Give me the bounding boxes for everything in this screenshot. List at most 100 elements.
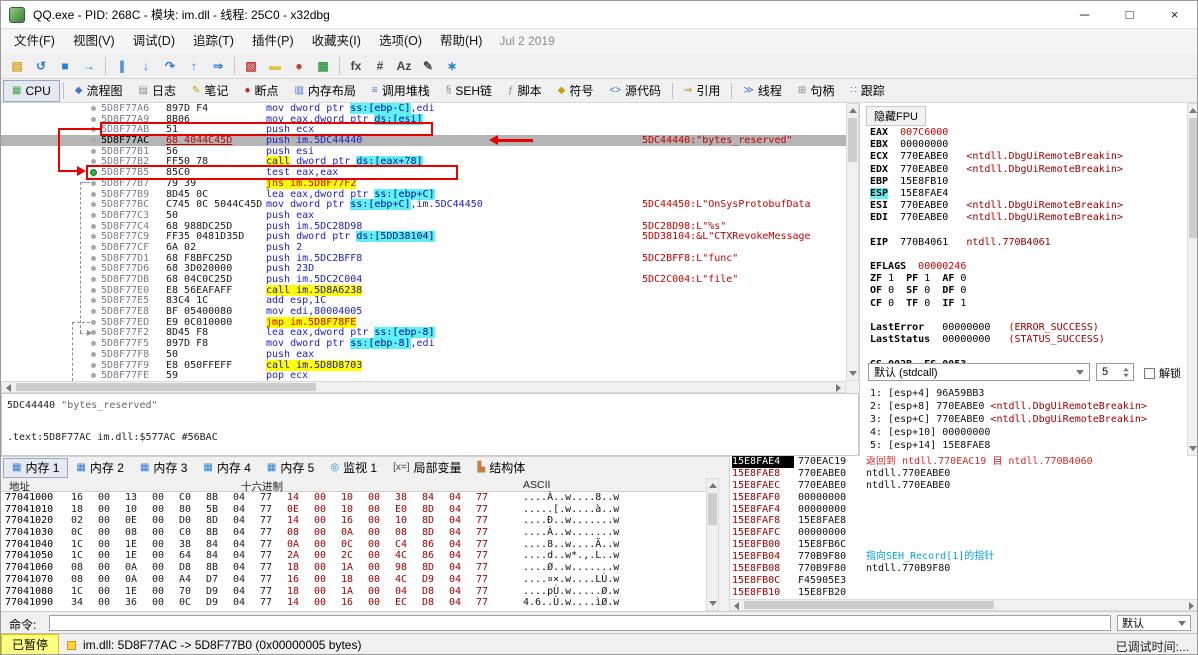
- menu-item[interactable]: 文件(F): [5, 29, 64, 53]
- breakpoint-slot-icon[interactable]: [91, 277, 96, 282]
- tab-notes[interactable]: ✎ 笔记: [184, 80, 236, 102]
- tab-memory-3[interactable]: ▦ 内存 3: [132, 458, 195, 478]
- breakpoint-slot-icon[interactable]: [91, 319, 96, 325]
- maximize-button[interactable]: □: [1107, 1, 1152, 29]
- breakpoint-dot-cell[interactable]: [89, 199, 101, 210]
- breakpoint-slot-icon[interactable]: [91, 106, 96, 111]
- disassembly-vscrollbar[interactable]: [846, 103, 859, 381]
- disassembly-pane[interactable]: 5D8F77A6 897D F4 mov dword ptr ss:[ebp-C],…: [1, 103, 846, 381]
- menu-item[interactable]: 选项(O): [370, 29, 431, 53]
- disasm-row[interactable]: 5D8F77C3 50 push eax: [1, 210, 846, 221]
- hide-fpu-button[interactable]: 隐藏FPU: [866, 106, 926, 126]
- breakpoint-dot-cell[interactable]: [89, 231, 101, 242]
- breakpoint-slot-icon[interactable]: [91, 212, 96, 218]
- tab-memory-2[interactable]: ▦ 内存 2: [68, 458, 131, 478]
- step-over-button[interactable]: ↷: [159, 55, 181, 77]
- memory-dump-pane[interactable]: 地址 十六进制 ASCII 77041000 16 00 13 00 C0 8B 04 77 14…: [1, 478, 706, 611]
- breakpoint-slot-icon[interactable]: [91, 202, 96, 208]
- disasm-row[interactable]: 5D8F77E5 83C4 1C add esp,1C: [1, 295, 846, 306]
- tab-seh-chain[interactable]: § SEH链: [438, 80, 500, 102]
- register-line[interactable]: EDI 770EABE0 <ntdll.DbgUiRemoteBreakin>: [870, 212, 1185, 224]
- stack-row[interactable]: 15E8FB0C F45905E3: [730, 575, 1197, 587]
- register-line[interactable]: ESP 15E8FAE4: [870, 187, 1185, 200]
- breakpoint-dot-cell[interactable]: [89, 135, 101, 146]
- calculator-button[interactable]: #: [369, 55, 391, 77]
- tab-graph[interactable]: ◆ 流程图: [67, 80, 131, 102]
- breakpoint-slot-icon[interactable]: [91, 223, 96, 229]
- memory-row[interactable]: 77041070 08 00 0A 00 A4 D7 04 77 16 00 18 00 4C D9 04 77…: [1, 574, 706, 586]
- disasm-row[interactable]: 5D8F77AC 68 4044C45D push im.5DC44440 5DC44…: [1, 135, 846, 146]
- menu-item[interactable]: 调试(D): [124, 29, 184, 53]
- restart-button[interactable]: ↺: [30, 55, 52, 77]
- execute-till-return-button[interactable]: ↑: [183, 55, 205, 77]
- memory-row[interactable]: 77041000 16 00 13 00 C0 8B 04 77 14 00 10 00 38 84 04 77…: [1, 492, 706, 504]
- memory-row[interactable]: 77041010 18 00 10 00 80 5B 04 77 0E 00 10 00 E0 8D 04 77…: [1, 504, 706, 516]
- register-line[interactable]: ECX 770EABE0 <ntdll.DbgUiRemoteBreakin>: [870, 151, 1185, 163]
- memory-row[interactable]: 77041040 1C 00 1E 00 38 84 04 77 0A 00 0C 00 C4 86 04 77…: [1, 539, 706, 551]
- disasm-row[interactable]: 5D8F77B9 8D45 0C lea eax,dword ptr ss:[ebp…: [1, 188, 846, 200]
- breakpoint-slot-icon[interactable]: [91, 138, 96, 144]
- memory-row[interactable]: 77041020 02 00 0E 00 D0 8D 04 77 14 00 16 00 10 8D 04 77…: [1, 515, 706, 527]
- pause-button[interactable]: ∥: [111, 55, 133, 77]
- register-line[interactable]: ZF 1 PF 1 AF 0: [870, 273, 1185, 285]
- scroll-up-icon[interactable]: [1189, 108, 1197, 113]
- breakpoint-slot-icon[interactable]: [91, 309, 96, 315]
- breakpoint-dot-cell[interactable]: [89, 317, 101, 328]
- breakpoint-slot-icon[interactable]: [91, 234, 96, 240]
- registers-vscrollbar[interactable]: [1187, 103, 1197, 456]
- stack-hscrollbar[interactable]: [729, 599, 1197, 611]
- stack-row[interactable]: 15E8FAFC 00000000: [730, 527, 1197, 539]
- scroll-down-icon[interactable]: [709, 601, 717, 606]
- open-file-button[interactable]: ▤: [6, 55, 28, 77]
- disasm-row[interactable]: 5D8F77F2 8D45 F8 lea eax,dword ptr ss:[ebp…: [1, 327, 846, 339]
- assemble-button[interactable]: fx: [345, 55, 367, 77]
- disasm-row[interactable]: 5D8F77E0 E8 56EAFAFF call im.5D8A6238: [1, 284, 846, 296]
- breakpoint-slot-icon[interactable]: [91, 266, 96, 272]
- checkbox-icon[interactable]: [1144, 367, 1155, 379]
- minimize-button[interactable]: ─: [1062, 1, 1107, 29]
- breakpoint-slot-icon[interactable]: [91, 298, 96, 304]
- disasm-row[interactable]: 5D8F77FE 59 pop ecx: [1, 370, 846, 381]
- tab-script[interactable]: ƒ 脚本: [500, 80, 550, 102]
- disasm-row[interactable]: 5D8F77DB 68 04C0C25D push im.5DC2C004 5DC2C…: [1, 274, 846, 285]
- stack-row[interactable]: 15E8FAE4 770EAC19 返回到 ntdll.770EAC19 自 ntd…: [730, 456, 1197, 468]
- menu-item[interactable]: 追踪(T): [184, 29, 243, 53]
- stack-row[interactable]: 15E8FB00 15E8FB6C: [730, 539, 1197, 551]
- breakpoint-dot-cell[interactable]: [89, 370, 101, 381]
- stack-row[interactable]: 15E8FAF8 15E8FAE8: [730, 515, 1197, 527]
- register-line[interactable]: [870, 346, 1185, 358]
- register-line[interactable]: LastError 00000000 (ERROR_SUCCESS): [870, 322, 1185, 334]
- tab-call-stack[interactable]: ≡ 调用堆栈: [364, 80, 438, 102]
- tab-cpu[interactable]: ▦ CPU: [3, 79, 60, 102]
- tab-watch-1[interactable]: ◎ 监视 1: [322, 458, 385, 478]
- register-line[interactable]: EIP 770B4061 ntdll.770B4061: [870, 237, 1185, 249]
- tab-memory-map[interactable]: ▥ 内存布局: [286, 80, 363, 102]
- menu-item[interactable]: 视图(V): [64, 29, 124, 53]
- argument-row[interactable]: 5: [esp+14] 15E8FAE8: [870, 439, 1185, 452]
- patches-button[interactable]: ▧: [240, 55, 262, 77]
- disasm-row[interactable]: 5D8F77E8 BF 05400080 mov edi,80004005: [1, 306, 846, 317]
- step-into-button[interactable]: ↓: [135, 55, 157, 77]
- argument-row[interactable]: 2: [esp+8] 770EABE0 <ntdll.DbgUiRemoteBr…: [870, 400, 1185, 413]
- breakpoint-slot-icon[interactable]: [91, 255, 96, 261]
- breakpoint-slot-icon[interactable]: [91, 180, 96, 186]
- menu-item[interactable]: 插件(P): [243, 29, 303, 53]
- disasm-row[interactable]: 5D8F77A6 897D F4 mov dword ptr ss:[ebp-C],…: [1, 103, 846, 114]
- unlock-checkbox[interactable]: 解锁: [1144, 365, 1181, 381]
- register-line[interactable]: EBX 00000000: [870, 139, 1185, 151]
- memory-row[interactable]: 77041050 1C 00 1E 00 64 84 04 77 2A 00 2C 00 4C 86 04 77…: [1, 550, 706, 562]
- memory-row[interactable]: 77041080 1C 00 1E 00 70 D9 04 77 18 00 1A 00 04 D8 04 77…: [1, 586, 706, 598]
- menu-item[interactable]: 帮助(H): [431, 29, 491, 53]
- register-line[interactable]: LastStatus 00000000 (STATUS_SUCCESS): [870, 334, 1185, 346]
- register-line[interactable]: CF 0 TF 0 IF 1: [870, 298, 1185, 310]
- breakpoint-slot-icon[interactable]: [91, 244, 96, 250]
- memory-map-button[interactable]: ▦: [312, 55, 334, 77]
- disasm-row[interactable]: 5D8F77BC C745 0C 5044C45D mov dword ptr ss…: [1, 199, 846, 211]
- breakpoint-slot-icon[interactable]: [91, 351, 96, 357]
- breakpoint-slot-icon[interactable]: [91, 287, 96, 293]
- breakpoint-dot-cell[interactable]: [89, 242, 101, 253]
- breakpoint-toggle-button[interactable]: ●: [288, 55, 310, 77]
- menu-item[interactable]: 收藏夹(I): [303, 29, 370, 53]
- strings-button[interactable]: Az: [393, 55, 415, 77]
- disasm-row[interactable]: 5D8F77ED E9 0C010000 jmp im.5D8F78FE: [1, 316, 846, 328]
